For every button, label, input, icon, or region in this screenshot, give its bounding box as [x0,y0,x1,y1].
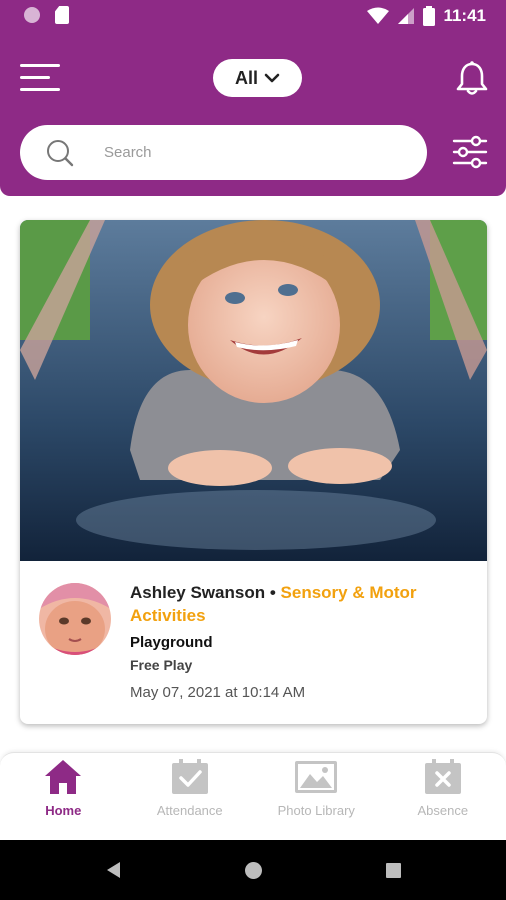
home-icon [45,760,82,794]
wifi-icon [367,7,390,24]
calendar-check-icon [171,759,208,794]
child-avatar[interactable] [39,583,111,655]
child-avatar-image [39,583,111,655]
calendar-x-icon [424,759,461,794]
status-bar: 11:41 [0,0,506,32]
nav-attendance-label: Attendance [156,803,223,818]
filter-dropdown[interactable]: All [213,59,302,97]
child-name[interactable]: Ashley Swanson [130,583,265,602]
nav-attendance[interactable]: Attendance [127,753,254,840]
image-icon [295,761,338,793]
home-circle-icon[interactable] [245,862,262,879]
hamburger-menu-icon[interactable] [20,62,60,94]
nav-photo-library-label: Photo Library [277,803,355,818]
cellular-signal-icon [398,8,415,24]
nav-home[interactable]: Home [0,753,127,840]
status-right: 11:41 [367,4,486,28]
sliders-filter-icon[interactable] [452,135,488,169]
post-timestamp: May 07, 2021 at 10:14 AM [130,684,306,701]
search-input[interactable] [104,135,404,170]
post-info: Ashley Swanson • Sensory & Motor Activit… [130,581,470,703]
sd-card-icon [55,6,69,24]
system-navigation-bar [0,840,506,900]
bell-icon[interactable] [455,60,489,96]
recent-apps-icon[interactable] [386,863,401,878]
feed-card[interactable]: Ashley Swanson • Sensory & Motor Activit… [20,220,487,724]
activity-photo[interactable] [20,220,487,561]
chevron-down-icon [264,73,280,83]
activity-location: Playground [130,634,213,651]
post-title: Ashley Swanson • Sensory & Motor Activit… [130,581,470,627]
nav-absence[interactable]: Absence [380,753,506,840]
title-separator: • [269,583,276,602]
back-icon[interactable] [107,862,120,878]
search-bar [20,125,427,180]
nav-absence-label: Absence [417,803,469,818]
activity-subtype: Free Play [130,657,193,673]
nav-photo-library[interactable]: Photo Library [253,753,380,840]
bottom-navigation: Home Attendance Photo Library Absence [0,752,506,840]
notification-dot-icon [24,7,40,23]
filter-dropdown-label: All [234,67,258,88]
nav-home-label: Home [45,803,82,818]
clock: 11:41 [443,6,486,25]
search-icon [47,140,74,167]
battery-icon [423,6,436,26]
app-header: 11:41 All [0,0,506,196]
